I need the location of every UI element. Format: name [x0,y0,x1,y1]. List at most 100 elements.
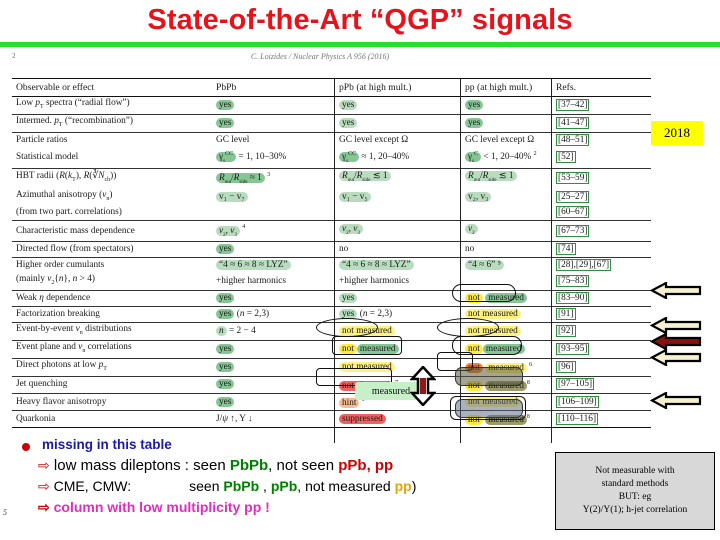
cell-pp [460,273,552,291]
cell-pp: yes [460,96,552,115]
qgp-signals-table-wrapper: Observable or effect PbPb pPb (at high m… [12,78,651,444]
cme-pp: pp [394,478,412,494]
cell-refs: [96] [551,358,651,377]
table-header-row: Observable or effect PbPb pPb (at high m… [12,78,651,97]
cell-pp: not measured [460,290,552,307]
left-arrow-icon-4 [650,349,702,366]
table-row: Particle ratios GC level GC level except… [12,131,651,148]
table-row: Directed flow (from spectators) yes no n… [12,241,651,258]
cell-pbpb: yes [212,358,335,377]
cell-pp: Rout/Rside ≲ 1 [460,167,552,189]
cell-pbpb: yes [212,375,335,394]
dilepton-mid: , not seen [268,457,339,474]
cell-ppb: yes [334,96,461,115]
cell-pp: not measured 6 [460,358,552,377]
cell-ppb: +higher harmonics [334,273,461,291]
cell-pbpb: γsCC = 1, 10–30% [212,148,335,168]
chip-gamma: γsCC [216,151,237,164]
cell-observable: Direct photons at low pT [12,358,212,377]
cell-pp: not measured [460,392,552,411]
chip-gamma: γsC [465,151,482,164]
cell-pp: not measured 8 [460,375,552,394]
cme-comma: , [259,478,271,494]
chip-measured: measured [485,380,527,391]
cell-ppb: no [334,241,461,258]
left-arrow-icon-1 [650,282,702,299]
cell-refs: [53–59] [551,167,651,189]
chip-measured: measured [356,344,399,355]
cell-observable: Higher order cumulants [12,257,212,274]
table-row: Azimuthal anisotropy (vn) v₁ − v₇ v₁ − v… [12,188,651,206]
note-line-2: standard methods [601,479,669,489]
bullet-cme-cmw: ⇨ CME, CMW: seen PbPb , pPb, not measured… [38,478,550,495]
cell-observable: Event plane and vn correlations [12,340,212,359]
left-arrow-icon-3-red [650,333,702,350]
year-badge-2018: 2018 [651,121,703,145]
cell-ppb: “4 ≈ 6 ≈ 8 ≈ LYZ” [334,257,461,274]
dilepton-pbpb: PbPb [229,457,269,474]
cell-pbpb [212,205,335,221]
cell-refs: [97–105] [551,375,651,394]
cell-observable: Event-by-event vn distributions [12,322,212,341]
cell-observable: Intermed. pT (“recombination”) [12,113,212,133]
cell-pbpb: n = 2 − 4 [212,322,335,341]
cell-ppb [334,205,461,221]
cell-observable: Heavy flavor anisotropy [12,392,212,411]
cell-ppb: yes [334,113,461,133]
table-row: Statistical model γsCC = 1, 10–30% γsCC … [12,147,651,169]
note-box: Not measurable with standard methods BUT… [555,452,715,530]
note-line-3: BUT: eg [618,492,652,502]
cell-pbpb: GC level [212,131,335,148]
cell-pp: v2 [460,220,552,242]
th-pp: pp (at high mult.) [460,78,552,97]
th-refs: Refs. [551,78,651,97]
cell-refs: [74] [551,241,651,258]
th-ppb: pPb (at high mult.) [334,78,461,97]
table-row: Low pT spectra (“radial flow”) yes yes y… [12,96,651,115]
table-row: Higher order cumulants “4 ≈ 6 ≈ 8 ≈ LYZ”… [12,257,651,274]
cell-refs: [60–67] [551,205,651,221]
note-line-1: Not measurable with [595,466,675,476]
table-row: Event plane and vn correlations yes not m… [12,340,651,359]
cme-mid: , not measured [297,478,395,494]
sticky-note-label: measured [371,385,411,397]
cell-pp: “4 ≈ 6” ⁵ [460,257,552,274]
cell-pbpb: v₁ − v₇ [212,189,335,206]
cell-pp: v₂, v₃ [460,188,552,206]
cell-observable: Directed flow (from spectators) [12,241,212,258]
slide-title: State-of-the-Art “QGP” signals [147,4,573,36]
cell-ppb: yes (n = 2,3) [334,306,461,323]
cell-observable: Characteristic mass dependence [12,220,212,242]
table-row: Characteristic mass dependence v2, v3 4 … [12,220,651,242]
title-divider-rule [0,42,720,47]
cell-pbpb: yes [212,290,335,307]
arrow-marker-icon: ⇨ [38,478,50,494]
left-arrow-icon-2 [650,317,702,334]
slide-number: 5 [3,508,7,517]
table-row: Quarkonia J/ψ ↑, Υ ↓ suppressed not meas… [12,410,651,428]
cell-observable: (from two part. correlations) [16,207,122,218]
left-arrow-icon-5 [650,392,702,409]
cell-observable: Quarkonia [12,410,212,428]
cell-pp: not measured [460,322,552,341]
cell-ppb: v2, v3 [334,220,461,242]
cell-refs: [75–83] [551,273,651,291]
cell-pbpb: yes (n = 2,3) [212,306,335,323]
cme-pbpb: PbPb [223,478,260,494]
table-row: Direct photons at low pT yes not measure… [12,358,651,377]
cell-pbpb: “4 ≈ 6 ≈ 8 ≈ LYZ” [212,257,335,274]
cell-observable: Particle ratios [12,131,212,148]
cell-pp: no [460,241,552,258]
cell-observable: HBT radii (R(kT), R(∛Nch)) [12,167,212,189]
table-row: Weak η dependence yes yes not measured [… [12,290,651,307]
chip-measured: measured [485,415,527,426]
bullet-missing-in-table: missing in this table [42,437,172,452]
chip-yes: yes [216,99,235,110]
cell-refs: [92] [551,322,651,341]
cell-pbpb: +higher harmonics [216,276,287,287]
cell-pp: not measured [460,306,552,323]
chip-suppressed: suppressed [339,413,386,424]
cell-pbpb: yes [212,241,335,258]
th-observable: Observable or effect [12,78,212,97]
cell-pbpb: Rout/Rside ≈ 1 3 [212,167,335,189]
